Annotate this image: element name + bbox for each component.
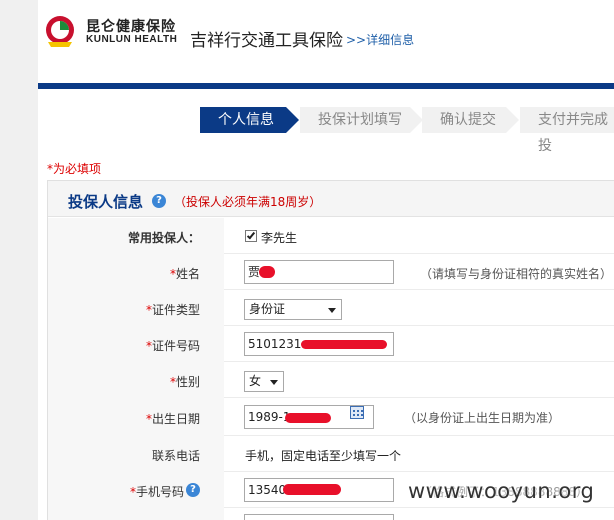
row-contact-phone: 联系电话 手机，固定电话至少填写一个 <box>48 436 614 472</box>
calendar-icon[interactable] <box>350 406 364 419</box>
id-type-select[interactable]: 身份证 <box>244 299 342 320</box>
product-title: 吉祥行交通工具保险 <box>190 31 343 51</box>
step-pay: 支付并完成投 <box>520 107 614 154</box>
chevron-down-icon <box>328 308 336 313</box>
logo-name-en: KUNLUN HEALTH <box>86 34 178 45</box>
step-label: 个人信息 <box>218 112 274 128</box>
panel-header: 投保人信息 ? （投保人必须年满18周岁） <box>48 181 614 217</box>
question-icon[interactable]: ? <box>186 483 200 497</box>
label-cell: 常用投保人： <box>48 218 224 254</box>
step-label: 支付并完成投 <box>538 112 608 154</box>
gender-label: *性别 <box>169 375 200 389</box>
page-header: 昆仑健康保险 KUNLUN HEALTH 吉祥行交通工具保险 >>详细信息 <box>38 0 614 84</box>
next-input[interactable] <box>244 514 394 520</box>
label-cell: *性别 <box>48 362 224 398</box>
mobile-value: 13540 <box>248 483 287 497</box>
mobile-label: *手机号码 <box>129 485 184 499</box>
check-icon <box>246 230 256 240</box>
watermark: www.wooyun.org <box>408 479 595 503</box>
name-hint: （请填写与身份证相符的真实姓名） <box>420 267 613 281</box>
label-cell: *手机号码 ? <box>48 472 224 508</box>
step-confirm: 确认提交 <box>422 107 519 133</box>
header-divider-bar <box>38 83 614 89</box>
row-next-partial <box>48 508 614 520</box>
gender-value: 女 <box>249 374 262 388</box>
frequent-applicant-option: 李先生 <box>261 231 298 245</box>
progress-steps: 个人信息 投保计划填写 确认提交 支付并完成投 <box>200 107 614 154</box>
label-cell: 联系电话 <box>48 436 224 472</box>
contact-phone-note: 手机，固定电话至少填写一个 <box>245 449 402 463</box>
redaction-mark <box>259 266 275 278</box>
birth-date-hint: （以身份证上出生日期为准） <box>404 411 561 425</box>
step-plan: 投保计划填写 <box>300 107 423 133</box>
birth-date-label: *出生日期 <box>145 412 200 426</box>
frequent-applicant-label: 常用投保人： <box>127 231 200 245</box>
label-cell: *出生日期 <box>48 398 224 436</box>
required-note: *为必填项 <box>47 162 102 176</box>
gender-select[interactable]: 女 <box>244 371 284 392</box>
name-input[interactable]: 贾 <box>244 260 394 284</box>
question-icon[interactable]: ? <box>152 194 166 208</box>
label-cell: *姓名 <box>48 254 224 290</box>
contact-phone-label: 联系电话 <box>151 449 200 463</box>
label-cell: *证件号码 <box>48 326 224 362</box>
left-gutter <box>0 0 38 520</box>
id-number-input[interactable]: 5101231 <box>244 332 394 356</box>
logo-name-cn: 昆仑健康保险 <box>86 19 176 35</box>
id-type-label: *证件类型 <box>145 303 200 317</box>
detail-link[interactable]: >>详细信息 <box>346 31 414 48</box>
panel-age-note: （投保人必须年满18周岁） <box>174 195 322 209</box>
row-id-number: *证件号码 5101231 <box>48 326 614 362</box>
row-birth-date: *出生日期 1989-1 （以身份证上出生日期为准） <box>48 398 614 436</box>
kunlun-logo[interactable]: 昆仑健康保险 KUNLUN HEALTH <box>42 14 182 50</box>
redaction-mark <box>285 413 331 423</box>
step-arrow-icon <box>506 107 519 133</box>
id-type-value: 身份证 <box>249 302 286 316</box>
redaction-mark <box>283 484 341 495</box>
step-personal-info: 个人信息 <box>200 107 299 133</box>
chevron-down-icon <box>270 380 278 385</box>
id-number-value: 5101231 <box>248 337 302 351</box>
step-label: 投保计划填写 <box>318 112 402 128</box>
row-gender: *性别 女 <box>48 362 614 398</box>
redaction-mark <box>301 340 387 349</box>
name-label: *姓名 <box>169 267 200 281</box>
step-arrow-icon <box>286 107 299 133</box>
id-number-label: *证件号码 <box>145 339 200 353</box>
applicant-panel: 投保人信息 ? （投保人必须年满18周岁） 常用投保人： 李先生 *姓名 贾 （… <box>47 180 614 520</box>
kunlun-logo-icon <box>46 16 74 47</box>
panel-title: 投保人信息 <box>68 193 144 211</box>
row-id-type: *证件类型 身份证 <box>48 290 614 326</box>
label-cell <box>48 508 224 520</box>
frequent-applicant-checkbox[interactable] <box>245 230 257 242</box>
row-name: *姓名 贾 （请填写与身份证相符的真实姓名） <box>48 254 614 290</box>
mobile-input[interactable]: 13540 <box>244 478 394 502</box>
step-label: 确认提交 <box>440 112 496 128</box>
row-frequent-applicant: 常用投保人： 李先生 <box>48 218 614 254</box>
label-cell: *证件类型 <box>48 290 224 326</box>
